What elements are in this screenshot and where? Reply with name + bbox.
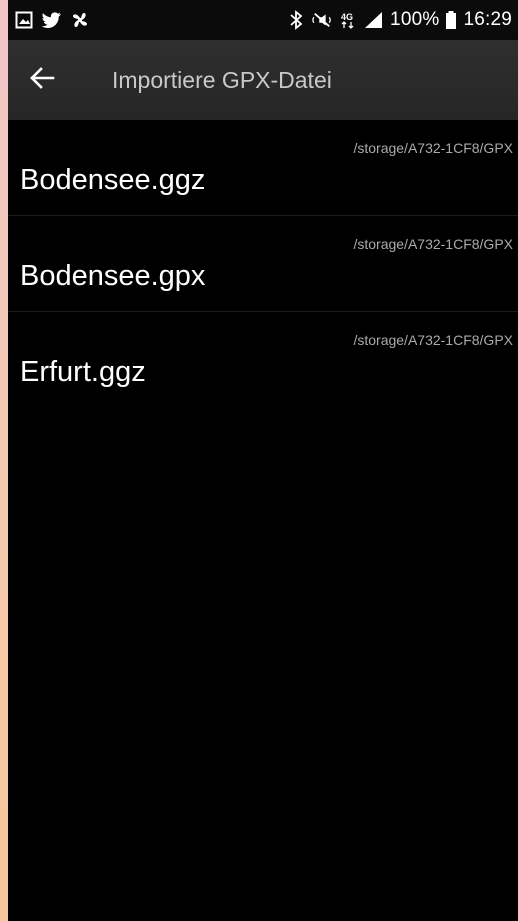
network-4g-icon: 4G [338,10,358,30]
bluetooth-icon [286,10,306,30]
battery-icon [445,10,457,30]
file-path: /storage/A732-1CF8/GPX [353,140,513,156]
screen: 4G 100% 16:29 Importiere GPX-Datei /stor… [8,0,518,921]
file-item[interactable]: /storage/A732-1CF8/GPX Bodensee.ggz [8,120,518,216]
page-title: Importiere GPX-Datei [112,66,332,93]
file-path: /storage/A732-1CF8/GPX [353,332,513,348]
arrow-left-icon [29,66,55,95]
mute-icon [312,10,332,30]
status-bar: 4G 100% 16:29 [8,0,518,40]
file-item[interactable]: /storage/A732-1CF8/GPX Bodensee.gpx [8,216,518,312]
app-bar: Importiere GPX-Datei [8,40,518,120]
fan-icon [70,10,90,30]
status-right-icons: 4G 100% 16:29 [286,9,518,31]
battery-percentage: 100% [390,9,440,30]
file-name: Erfurt.ggz [20,356,146,388]
status-left-icons [8,10,90,30]
back-button[interactable] [14,52,70,108]
file-path: /storage/A732-1CF8/GPX [353,236,513,252]
svg-text:4G: 4G [341,12,353,22]
image-icon [14,10,34,30]
twitter-icon [42,10,62,30]
file-name: Bodensee.ggz [20,164,206,196]
file-name: Bodensee.gpx [20,260,206,292]
clock: 16:29 [463,9,512,30]
signal-icon [364,10,384,30]
file-list: /storage/A732-1CF8/GPX Bodensee.ggz /sto… [8,120,518,407]
file-item[interactable]: /storage/A732-1CF8/GPX Erfurt.ggz [8,312,518,407]
